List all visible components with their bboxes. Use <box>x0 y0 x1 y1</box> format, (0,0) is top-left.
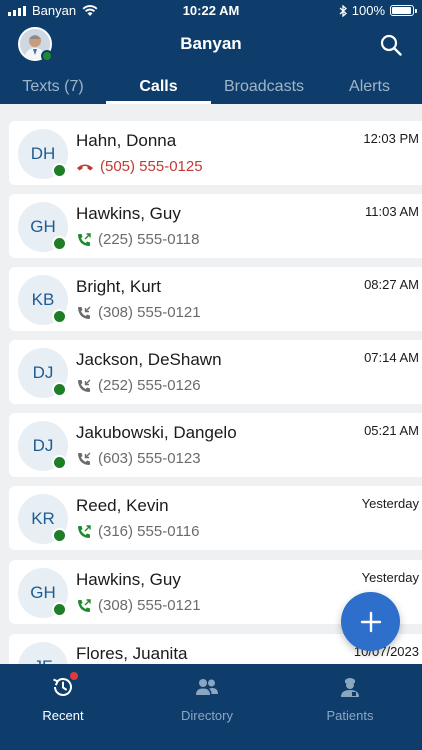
contact-initials: JF <box>18 642 68 664</box>
app-header: Banyan 10:22 AM 100% Banyan Texts (7) Ca… <box>0 0 422 104</box>
call-row[interactable]: GH Hawkins, Guy (225) 555-0118 11:03 AM <box>9 194 422 258</box>
bluetooth-icon <box>339 4 347 17</box>
presence-indicator <box>52 163 67 178</box>
call-time: 11:03 AM <box>365 204 419 219</box>
call-time: Yesterday <box>361 496 419 511</box>
presence-indicator <box>52 455 67 470</box>
contact-name: Bright, Kurt <box>76 277 162 296</box>
presence-indicator <box>52 382 67 397</box>
bottom-nav: Recent Directory Patients <box>0 664 422 750</box>
nav-label: Patients <box>326 708 374 723</box>
nav-directory[interactable]: Directory <box>137 674 277 723</box>
outgoing-call-icon <box>78 524 91 538</box>
tab-texts[interactable]: Texts (7) <box>0 78 106 96</box>
outgoing-call-icon <box>78 598 91 612</box>
call-row[interactable]: KR Reed, Kevin (316) 555-0116 Yesterday <box>9 486 422 550</box>
call-row[interactable]: DH Hahn, Donna (505) 555-0125 12:03 PM <box>9 121 422 185</box>
outgoing-call-icon <box>78 232 91 246</box>
tab-broadcasts[interactable]: Broadcasts <box>211 78 317 96</box>
call-time: 12:03 PM <box>363 131 419 146</box>
call-detail: (603) 555-0123 <box>76 450 201 467</box>
status-right: 100% <box>339 3 417 18</box>
page-title: Banyan <box>180 34 242 53</box>
call-detail: (308) 555-0121 <box>76 597 201 614</box>
incoming-call-icon <box>78 379 91 392</box>
people-icon <box>194 674 220 700</box>
nav-label: Recent <box>42 708 84 723</box>
contact-name: Hawkins, Guy <box>76 570 181 589</box>
search-icon[interactable] <box>380 34 402 56</box>
presence-indicator <box>52 236 67 251</box>
tab-alerts[interactable]: Alerts <box>317 78 422 96</box>
contact-name: Hawkins, Guy <box>76 204 181 223</box>
call-detail: (252) 555-0126 <box>76 377 201 394</box>
call-time: 05:21 AM <box>364 423 419 438</box>
call-time: Yesterday <box>361 570 419 585</box>
phone-number: (308) 555-0121 <box>98 304 201 321</box>
call-time: 07:14 AM <box>364 350 419 365</box>
call-detail: (225) 555-0118 <box>76 231 199 248</box>
phone-number: (505) 555-0125 <box>100 158 203 175</box>
call-time: 08:27 AM <box>364 277 419 292</box>
call-row[interactable]: DJ Jackson, DeShawn (252) 555-0126 07:14… <box>9 340 422 404</box>
call-row[interactable]: KB Bright, Kurt (308) 555-0121 08:27 AM <box>9 267 422 331</box>
battery-icon <box>390 5 417 16</box>
call-row[interactable]: DJ Jakubowski, Dangelo (603) 555-0123 05… <box>9 413 422 477</box>
contact-name: Jakubowski, Dangelo <box>76 423 237 442</box>
nav-recent[interactable]: Recent <box>0 672 133 723</box>
missed-call-icon <box>77 164 93 170</box>
plus-icon <box>360 611 381 632</box>
notification-badge <box>70 672 78 680</box>
phone-number: (252) 555-0126 <box>98 377 201 394</box>
phone-number: (316) 555-0116 <box>98 523 200 540</box>
incoming-call-icon <box>78 306 91 319</box>
history-icon <box>50 672 78 700</box>
call-detail: (505) 555-0125 <box>76 158 203 175</box>
presence-indicator <box>52 602 67 617</box>
contact-name: Flores, Juanita <box>76 644 188 663</box>
incoming-call-icon <box>78 452 91 465</box>
presence-indicator <box>52 309 67 324</box>
call-detail: (308) 555-0121 <box>76 304 201 321</box>
contact-name: Hahn, Donna <box>76 131 177 150</box>
contact-name: Reed, Kevin <box>76 496 169 515</box>
call-detail: (316) 555-0116 <box>76 523 199 540</box>
call-list[interactable]: DH Hahn, Donna (505) 555-0125 12:03 PM G… <box>0 104 422 664</box>
nav-patients[interactable]: Patients <box>280 674 420 723</box>
battery-label: 100% <box>351 3 385 18</box>
patient-icon <box>337 674 363 700</box>
nav-label: Directory <box>180 708 233 723</box>
phone-number: (225) 555-0118 <box>98 231 200 248</box>
tab-bar: Texts (7) Calls Broadcasts Alerts <box>0 72 422 104</box>
tab-calls[interactable]: Calls <box>106 78 211 96</box>
status-bar: Banyan 10:22 AM 100% <box>0 0 422 24</box>
new-call-button[interactable] <box>341 592 400 651</box>
contact-name: Jackson, DeShawn <box>76 350 222 369</box>
presence-indicator <box>52 528 67 543</box>
phone-number: (308) 555-0121 <box>98 597 201 614</box>
phone-number: (603) 555-0123 <box>98 450 201 467</box>
